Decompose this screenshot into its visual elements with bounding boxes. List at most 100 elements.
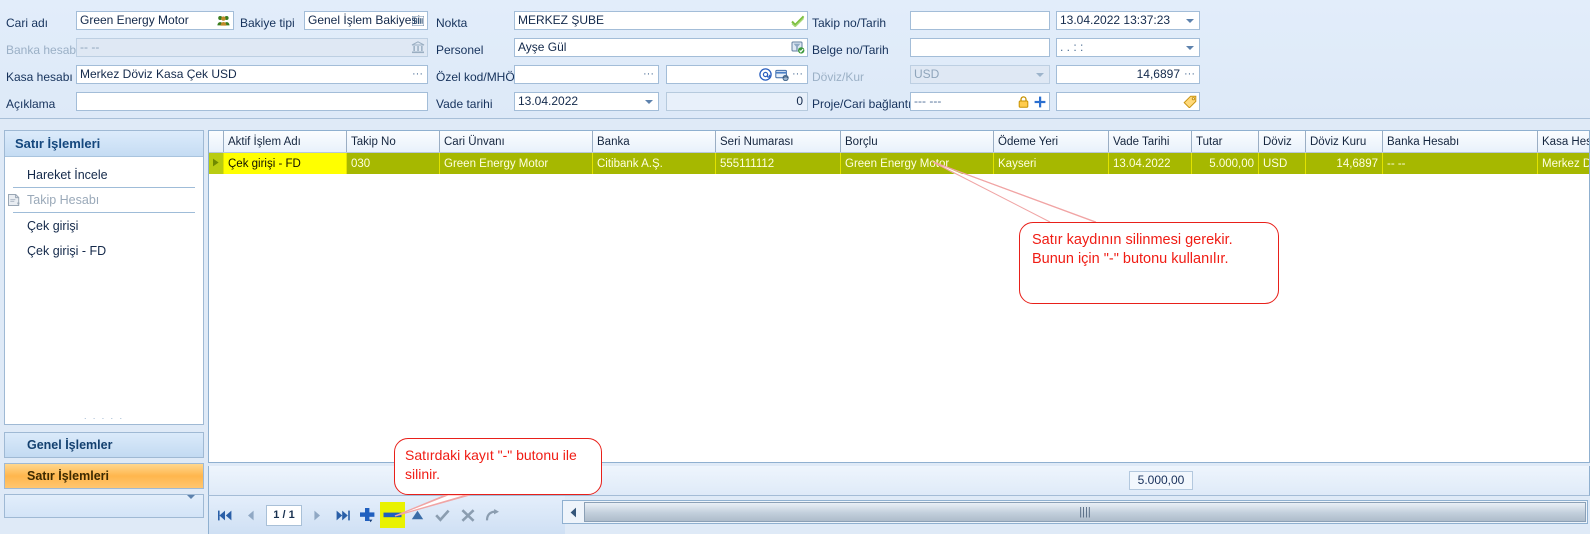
cell-odeme-yeri[interactable]: Kayseri: [993, 152, 1109, 174]
belge-no-input[interactable]: [910, 38, 1050, 57]
mhok-input[interactable]: ···: [666, 65, 808, 84]
ozel-kod-input[interactable]: ···: [514, 65, 659, 84]
sidebar-item-label: Çek girişi - FD: [27, 243, 107, 258]
label-vade-tarihi: Vade tarihi: [436, 97, 493, 111]
grid-col-takip-no[interactable]: Takip No: [346, 131, 440, 153]
sidebar-panel: Satır İşlemleri Hareket İncele Takip Hes…: [4, 130, 204, 425]
next-record-button[interactable]: [305, 502, 330, 528]
chevron-down-icon[interactable]: [1181, 39, 1198, 56]
check-green-icon[interactable]: [789, 12, 806, 29]
records-grid[interactable]: Aktif İşlem Adı Takip No Cari Ünvanı Ban…: [208, 130, 1590, 463]
tag-icon[interactable]: [1181, 93, 1198, 110]
sidebar-nav-satir-islemleri[interactable]: Satır İşlemleri: [4, 463, 204, 489]
scrollbar-thumb[interactable]: ||||: [584, 502, 1586, 522]
scroll-left-button[interactable]: [563, 501, 583, 523]
previous-record-button[interactable]: [238, 502, 263, 528]
grid-col-banka[interactable]: Banka: [592, 131, 716, 153]
takip-no-input[interactable]: [910, 11, 1050, 30]
barcode-icon[interactable]: [409, 12, 426, 29]
people-icon[interactable]: [215, 12, 232, 29]
cari-adi-value: Green Energy Motor: [80, 13, 189, 27]
ellipsis-icon[interactable]: ···: [789, 66, 806, 83]
sidebar-item-cek-girisi[interactable]: Çek girişi: [13, 213, 195, 238]
aciklama-input[interactable]: [76, 92, 428, 111]
grid-col-odeme-yeri[interactable]: Ödeme Yeri: [993, 131, 1109, 153]
add-record-button[interactable]: [355, 502, 380, 528]
cell-vade-tarihi[interactable]: 13.04.2022: [1108, 152, 1192, 174]
grid-horizontal-scrollbar[interactable]: ||||: [562, 500, 1588, 524]
grid-table: Aktif İşlem Adı Takip No Cari Ünvanı Ban…: [209, 131, 1589, 174]
chevron-down-icon[interactable]: [1181, 12, 1198, 29]
chevron-down-icon[interactable]: [640, 93, 657, 110]
cari-adi-input[interactable]: Green Energy Motor: [76, 11, 234, 30]
grid-col-seri-numarasi[interactable]: Seri Numarası: [715, 131, 841, 153]
chevron-down-icon[interactable]: [187, 495, 195, 513]
proje-cari-input[interactable]: --- ---: [910, 92, 1050, 111]
card-icon[interactable]: [773, 66, 790, 83]
takip-tarih-input[interactable]: 13.04.2022 13:37:23: [1056, 11, 1200, 30]
sidebar-resize-grip[interactable]: · · · · ·: [5, 412, 203, 424]
grid-header-indicator: [209, 131, 224, 153]
sidebar-item-label: Takip Hesabı: [27, 193, 100, 207]
ellipsis-icon[interactable]: ···: [1181, 66, 1198, 83]
vade-tutar-input[interactable]: 0: [666, 92, 808, 111]
cell-borclu[interactable]: Green Energy Motor: [840, 152, 994, 174]
sidebar-item-cek-girisi-fd[interactable]: Çek girişi - FD: [13, 238, 195, 263]
move-up-button[interactable]: [405, 502, 430, 528]
cancel-button[interactable]: [455, 502, 480, 528]
sidebar-nav-genel-islemler[interactable]: Genel İşlemler: [4, 432, 204, 458]
grid-col-borclu[interactable]: Borçlu: [840, 131, 994, 153]
delete-record-button[interactable]: [380, 502, 405, 528]
cell-banka[interactable]: Citibank A.Ş.: [592, 152, 716, 174]
callout-delete-row: Satır kaydının silinmesi gerekir. Bunun …: [1019, 222, 1279, 304]
cell-banka-hesabi[interactable]: -- --: [1382, 152, 1538, 174]
cell-cari-unvani[interactable]: Green Energy Motor: [439, 152, 593, 174]
grid-col-doviz[interactable]: Döviz: [1258, 131, 1306, 153]
grid-col-banka-hesabi[interactable]: Banka Hesabı: [1382, 131, 1538, 153]
grid-col-kasa-hesabi[interactable]: Kasa Hesabı: [1537, 131, 1589, 153]
grid-col-tutar[interactable]: Tutar: [1191, 131, 1259, 153]
application-window: Cari adı Banka hesabı Kasa hesabı Açıkla…: [0, 0, 1590, 534]
cell-tutar[interactable]: 5.000,00: [1191, 152, 1259, 174]
sidebar-nav-expand[interactable]: [4, 494, 204, 518]
cell-kasa-hesabi[interactable]: Merkez Döviz Kasa Çek USD: [1537, 152, 1589, 174]
kasa-hesabi-input[interactable]: Merkez Döviz Kasa Çek USD ···: [76, 65, 428, 84]
grid-col-vade-tarihi[interactable]: Vade Tarihi: [1108, 131, 1192, 153]
lock-icon[interactable]: [1015, 93, 1032, 110]
at-icon[interactable]: [757, 66, 774, 83]
confirm-button[interactable]: [430, 502, 455, 528]
plus-icon[interactable]: [1031, 93, 1048, 110]
cell-takip-no[interactable]: 030: [346, 152, 440, 174]
ellipsis-icon[interactable]: ···: [409, 66, 426, 83]
last-record-button[interactable]: [330, 502, 355, 528]
vade-tarihi-input[interactable]: 13.04.2022: [514, 92, 659, 111]
cari-baglanti-input[interactable]: [1056, 92, 1200, 111]
sidebar-item-hareket-incele[interactable]: Hareket İncele: [13, 163, 195, 188]
bank-icon: [409, 39, 426, 56]
refresh-button[interactable]: [480, 502, 505, 528]
table-row[interactable]: Çek girişi - FD 030 Green Energy Motor C…: [209, 152, 1589, 174]
first-record-button[interactable]: [213, 502, 238, 528]
personel-input[interactable]: Ayşe Gül: [514, 38, 808, 57]
cell-doviz[interactable]: USD: [1258, 152, 1306, 174]
nav-label: Satır İşlemleri: [27, 469, 109, 483]
sidebar-items: Hareket İncele Takip Hesabı Çek girişi Ç…: [5, 157, 203, 263]
belge-tarih-input[interactable]: . . : :: [1056, 38, 1200, 57]
cell-doviz-kuru[interactable]: 14,6897: [1305, 152, 1383, 174]
nav-label: Genel İşlemler: [27, 438, 113, 452]
cell-aktif-islem-adi[interactable]: Çek girişi - FD: [223, 152, 347, 174]
grid-col-doviz-kuru[interactable]: Döviz Kuru: [1305, 131, 1383, 153]
chevron-down-icon: [1031, 66, 1048, 83]
grid-col-aktif-islem-adi[interactable]: Aktif İşlem Adı: [223, 131, 347, 153]
person-filter-icon[interactable]: [789, 39, 806, 56]
ellipsis-icon[interactable]: ···: [640, 66, 657, 83]
label-belge-no: Belge no/Tarih: [812, 43, 889, 57]
nokta-input[interactable]: MERKEZ ŞUBE: [514, 11, 808, 30]
cell-seri-numarasi[interactable]: 555111112: [715, 152, 841, 174]
label-kasa-hesabi: Kasa hesabı: [6, 70, 73, 84]
kur-input[interactable]: 14,6897 ···: [1056, 65, 1200, 84]
bakiye-tipi-input[interactable]: Genel İşlem Bakiyesi: [304, 11, 428, 30]
page-indicator[interactable]: 1 / 1: [266, 504, 302, 526]
callout-delete-button: Satırdaki kayıt "-" butonu ile silinir.: [394, 438, 602, 495]
grid-col-cari-unvani[interactable]: Cari Ünvanı: [439, 131, 593, 153]
